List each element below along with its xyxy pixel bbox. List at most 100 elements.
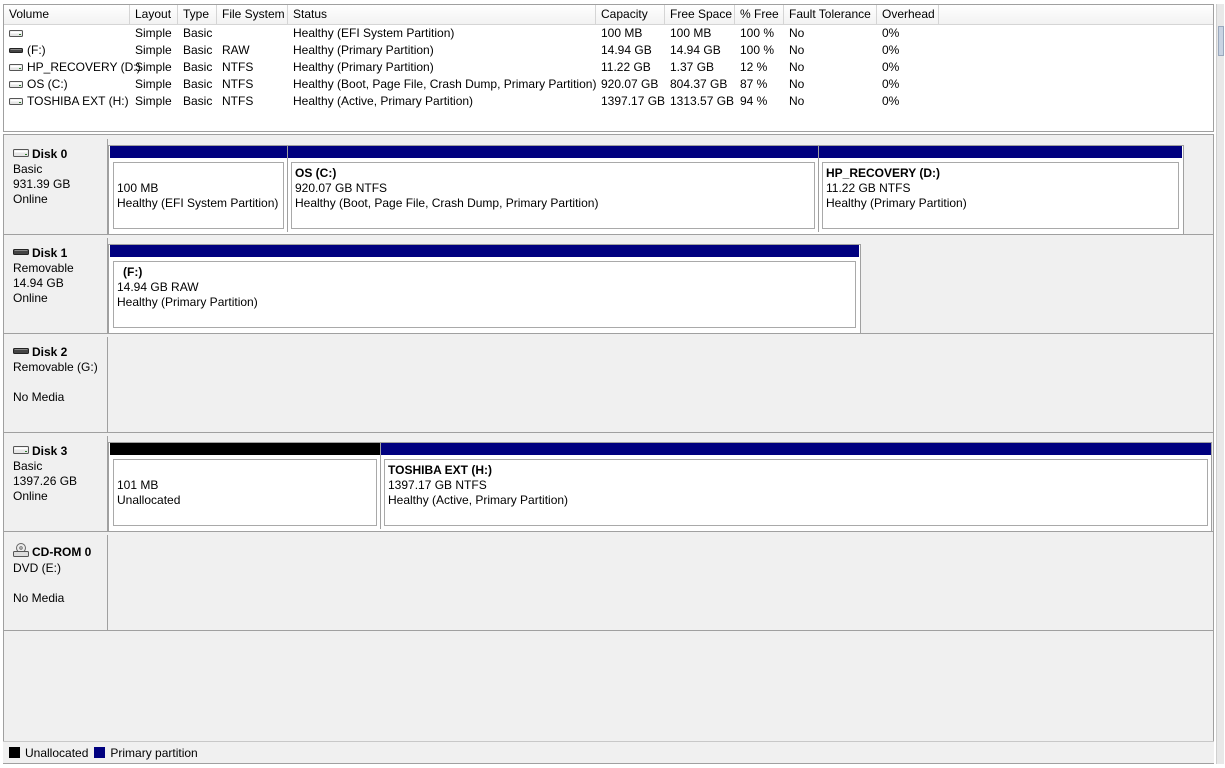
partition-toshiba-ext-h[interactable]: TOSHIBA EXT (H:) 1397.17 GB NTFS Healthy… (381, 443, 1211, 529)
partition-name: TOSHIBA EXT (H:) (388, 463, 492, 477)
disk-name: Disk 0 (32, 147, 68, 161)
layout-cell: Simple (135, 94, 172, 108)
overhead-cell: 0% (882, 94, 900, 108)
column-header-file-system[interactable]: File System (217, 5, 288, 24)
disk-title: Disk 3 (13, 444, 107, 459)
partition-name: OS (C:) (295, 166, 337, 180)
partition-body: (F:) 14.94 GB RAW Healthy (Primary Parti… (113, 261, 856, 328)
primary-partition-bar (110, 146, 287, 158)
disk-title: Disk 0 (13, 147, 107, 162)
column-header-free-space[interactable]: Free Space (665, 5, 735, 24)
disk-type: Basic (13, 162, 43, 176)
file-system-cell: NTFS (222, 60, 254, 74)
partition-name: (F:) (123, 265, 143, 279)
disk-row-disk-2: Disk 2 Removable (G:) No Media (4, 337, 1213, 434)
column-header-percent-free[interactable]: % Free (735, 5, 784, 24)
volume-name: OS (C:) (27, 77, 68, 91)
volume-cell: HP_RECOVERY (D:) (4, 59, 141, 76)
fault-tolerance-cell: No (789, 43, 805, 57)
column-header-volume[interactable]: Volume (4, 5, 130, 24)
status-cell: Healthy (Primary Partition) (293, 43, 434, 57)
primary-partition-bar (381, 443, 1211, 455)
status-cell: Healthy (Active, Primary Partition) (293, 94, 474, 108)
cd-drive-icon (13, 543, 29, 561)
disk-label[interactable]: Disk 2 Removable (G:) No Media (4, 337, 108, 433)
disk-partition-area-empty (108, 337, 1213, 433)
partition-unallocated[interactable]: 101 MB Unallocated (110, 443, 381, 529)
hard-drive-icon (9, 80, 23, 88)
volume-row[interactable]: Simple Basic Healthy (EFI System Partiti… (4, 25, 1213, 42)
disk-partition-area: (F:) 14.94 GB RAW Healthy (Primary Parti… (108, 238, 1213, 334)
partition-os-c[interactable]: OS (C:) 920.07 GB NTFS Healthy (Boot, Pa… (288, 146, 819, 232)
type-cell: Basic (183, 60, 213, 74)
partition-name (117, 463, 376, 478)
scrollbar-thumb[interactable] (1218, 26, 1224, 56)
partition-hp-recovery-d[interactable]: HP_RECOVERY (D:) 11.22 GB NTFS Healthy (… (819, 146, 1182, 232)
partition-size: 11.22 GB NTFS (826, 181, 911, 195)
partition-efi[interactable]: 100 MB Healthy (EFI System Partition) (110, 146, 288, 232)
file-system-cell: RAW (222, 43, 250, 57)
capacity-cell: 100 MB (601, 26, 643, 40)
partition-name: HP_RECOVERY (D:) (826, 166, 941, 180)
type-cell: Basic (183, 26, 213, 40)
disk-title: Disk 2 (13, 345, 107, 360)
partition-size: 1397.17 GB NTFS (388, 478, 487, 492)
removable-drive-icon (9, 46, 23, 54)
disk-name: Disk 3 (32, 444, 68, 458)
overhead-cell: 0% (882, 26, 900, 40)
partition-status: Healthy (Primary Partition) (826, 196, 967, 210)
primary-partition-bar (819, 146, 1182, 158)
vertical-scrollbar[interactable] (1216, 4, 1224, 764)
percent-free-cell: 100 % (740, 43, 775, 57)
free-space-cell: 14.94 GB (670, 43, 721, 57)
partition-body: OS (C:) 920.07 GB NTFS Healthy (Boot, Pa… (291, 162, 815, 229)
disk-label[interactable]: Disk 3 Basic 1397.26 GB Online (4, 436, 108, 532)
column-header-layout[interactable]: Layout (130, 5, 178, 24)
column-header-capacity[interactable]: Capacity (596, 5, 665, 24)
disk-label[interactable]: CD-ROM 0 DVD (E:) No Media (4, 535, 108, 631)
capacity-cell: 11.22 GB (601, 60, 651, 74)
fault-tolerance-cell: No (789, 26, 805, 40)
partition-status: Healthy (Active, Primary Partition) (388, 493, 569, 507)
volume-row[interactable]: HP_RECOVERY (D:) Simple Basic NTFS Healt… (4, 59, 1213, 76)
overhead-cell: 0% (882, 43, 900, 57)
volume-cell: TOSHIBA EXT (H:) (4, 93, 129, 110)
volume-row[interactable]: OS (C:) Simple Basic NTFS Healthy (Boot,… (4, 76, 1213, 93)
volume-row[interactable]: TOSHIBA EXT (H:) Simple Basic NTFS Healt… (4, 93, 1213, 110)
partition-status: Healthy (Primary Partition) (117, 295, 258, 309)
disk-layout: (F:) 14.94 GB RAW Healthy (Primary Parti… (108, 244, 861, 334)
disk-size: 14.94 GB (13, 276, 64, 290)
disk-size (13, 576, 107, 591)
disk-layout: 100 MB Healthy (EFI System Partition) OS… (108, 145, 1184, 235)
free-space-cell: 100 MB (670, 26, 712, 40)
partition-body: TOSHIBA EXT (H:) 1397.17 GB NTFS Healthy… (384, 459, 1208, 526)
disk-label[interactable]: Disk 0 Basic 931.39 GB Online (4, 139, 108, 235)
disk-size: 1397.26 GB (13, 474, 78, 488)
disk-name: Disk 1 (32, 246, 68, 260)
hard-drive-icon (9, 63, 23, 71)
disk-size (13, 375, 107, 390)
primary-partition-swatch (94, 747, 106, 759)
column-header-status[interactable]: Status (288, 5, 596, 24)
disk-partition-area: 101 MB Unallocated TOSHIBA EXT (H:) 1397… (108, 436, 1213, 532)
column-header-overhead[interactable]: Overhead (877, 5, 939, 24)
column-header-type[interactable]: Type (178, 5, 217, 24)
legend-primary-partition-label: Primary partition (110, 746, 198, 760)
layout-cell: Simple (135, 43, 172, 57)
volume-row[interactable]: (F:) Simple Basic RAW Healthy (Primary P… (4, 42, 1213, 59)
disk-label[interactable]: Disk 1 Removable 14.94 GB Online (4, 238, 108, 334)
free-space-cell: 1313.57 GB (670, 94, 735, 108)
disk-state: Online (13, 192, 48, 206)
type-cell: Basic (183, 77, 213, 91)
partition-f[interactable]: (F:) 14.94 GB RAW Healthy (Primary Parti… (110, 245, 859, 331)
disk-state: Online (13, 489, 48, 503)
hard-drive-icon (9, 29, 23, 37)
fault-tolerance-cell: No (789, 77, 805, 91)
partition-body: 101 MB Unallocated (113, 459, 377, 526)
disk-title: CD-ROM 0 (13, 543, 107, 561)
percent-free-cell: 100 % (740, 26, 775, 40)
volume-name: HP_RECOVERY (D:) (27, 60, 141, 74)
column-header-fault-tolerance[interactable]: Fault Tolerance (784, 5, 877, 24)
layout-cell: Simple (135, 77, 172, 91)
file-system-cell: NTFS (222, 94, 254, 108)
